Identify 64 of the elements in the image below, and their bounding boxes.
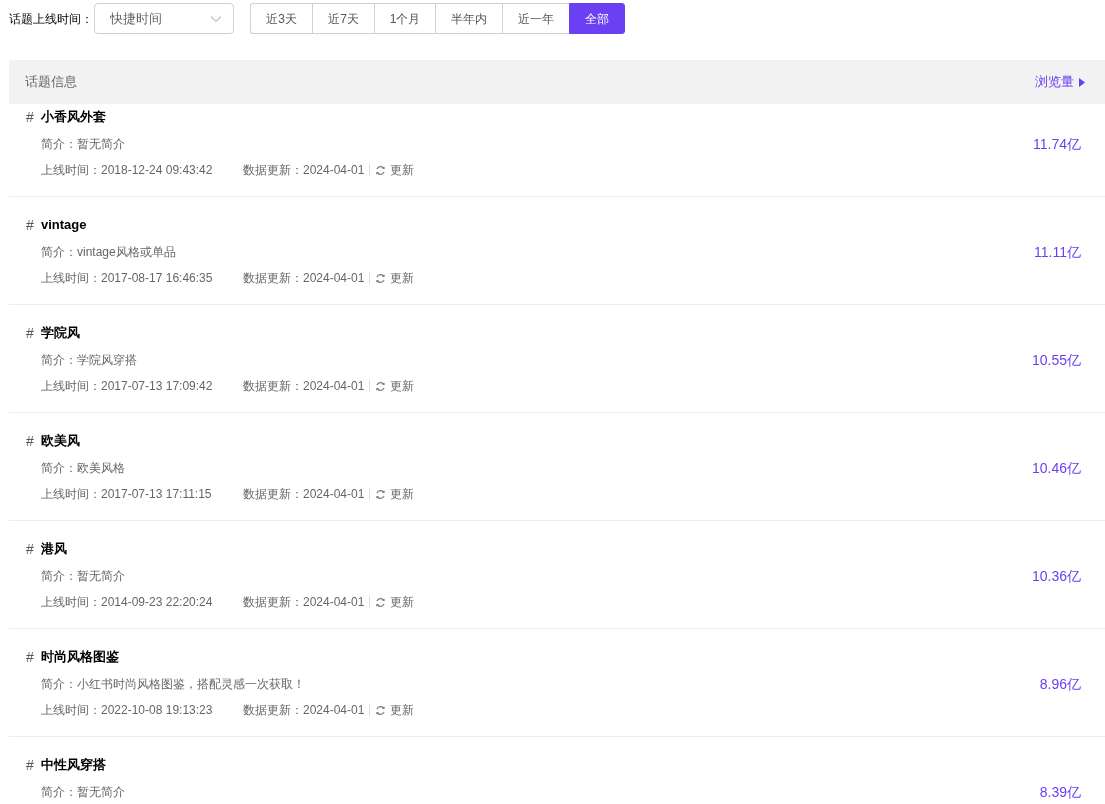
hash-mark: #: [26, 431, 35, 451]
topic-intro: 简介：暂无简介: [41, 784, 125, 801]
online-time: 上线时间：2018-12-24 09:43:42: [41, 162, 214, 179]
hash-mark: #: [26, 215, 35, 235]
refresh-icon: [375, 380, 387, 392]
refresh-icon: [375, 164, 387, 176]
view-count: 11.11亿: [1034, 243, 1081, 262]
refresh-button[interactable]: 更新: [375, 269, 415, 287]
range-tab[interactable]: 近一年: [502, 3, 569, 34]
refresh-button[interactable]: 更新: [375, 161, 415, 179]
online-time: 上线时间：2017-08-17 16:46:35: [41, 270, 214, 287]
hash-mark: #: [26, 323, 35, 343]
range-tab[interactable]: 1个月: [374, 3, 435, 34]
hash-mark: #: [26, 647, 35, 667]
online-time: 上线时间：2017-07-13 17:09:42: [41, 378, 214, 395]
sort-header[interactable]: 浏览量: [1035, 72, 1085, 92]
topic-title: 时尚风格图鉴: [41, 648, 119, 667]
data-updated: 数据更新：2024-04-01: [243, 270, 365, 287]
online-time: 上线时间：2014-09-23 22:20:24: [41, 594, 214, 611]
range-tab[interactable]: 半年内: [435, 3, 502, 34]
data-updated: 数据更新：2024-04-01: [243, 702, 365, 719]
topic-title: vintage: [41, 216, 87, 235]
topic-intro: 简介：暂无简介: [41, 136, 125, 153]
refresh-icon: [375, 596, 387, 608]
data-updated: 数据更新：2024-04-01: [243, 378, 365, 395]
range-tab[interactable]: 近3天: [250, 3, 312, 34]
topic-title: 学院风: [41, 324, 80, 343]
topic-intro: 简介：学院风穿搭: [41, 352, 137, 369]
topic-intro: 简介：暂无简介: [41, 568, 125, 585]
view-count: 10.55亿: [1031, 351, 1081, 370]
data-updated: 数据更新：2024-04-01: [243, 162, 365, 179]
topic-intro: 简介：欧美风格: [41, 460, 125, 477]
topic-intro: 简介：小红书时尚风格图鉴，搭配灵感一次获取！: [41, 676, 305, 693]
topic-title: 中性风穿搭: [41, 756, 106, 775]
sort-triangle-icon: [1079, 77, 1085, 87]
refresh-button[interactable]: 更新: [375, 377, 415, 395]
select-field[interactable]: 快捷时间: [94, 3, 234, 34]
hash-mark: #: [26, 539, 35, 559]
hash-mark: #: [26, 755, 35, 775]
online-time: 上线时间：2022-10-08 19:13:23: [41, 702, 214, 719]
view-count: 11.74亿: [1033, 135, 1081, 154]
view-count: 8.96亿: [1039, 675, 1081, 694]
view-count: 10.36亿: [1031, 567, 1081, 586]
data-updated: 数据更新：2024-04-01: [243, 486, 365, 503]
range-tab[interactable]: 近7天: [312, 3, 374, 34]
refresh-icon: [375, 704, 387, 716]
topic-title: 小香风外套: [41, 108, 106, 127]
refresh-icon: [375, 272, 387, 284]
topic-title: 港风: [41, 540, 67, 559]
hash-mark: #: [26, 107, 35, 127]
online-time: 上线时间：2017-07-13 17:11:15: [41, 486, 213, 503]
refresh-icon: [375, 488, 387, 500]
view-count: 8.39亿: [1039, 783, 1081, 802]
data-updated: 数据更新：2024-04-01: [243, 594, 365, 611]
range-tab[interactable]: 全部: [569, 3, 625, 34]
column-header: 话题信息: [25, 73, 77, 92]
topic-title: 欧美风: [41, 432, 80, 451]
filter-label: 话题上线时间：: [9, 10, 93, 28]
topic-intro: 简介：vintage风格或单品: [41, 244, 176, 261]
view-count: 10.46亿: [1031, 459, 1081, 478]
refresh-button[interactable]: 更新: [375, 701, 415, 719]
refresh-button[interactable]: 更新: [375, 485, 415, 503]
chevron-down-icon: [210, 15, 222, 23]
refresh-button[interactable]: 更新: [375, 593, 415, 611]
